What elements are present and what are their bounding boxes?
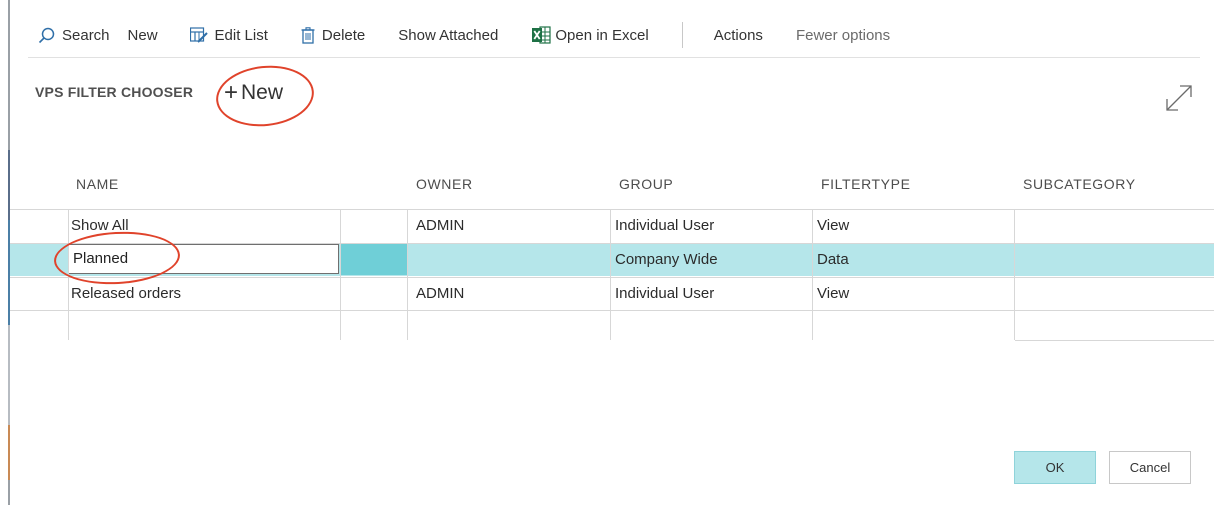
new-button[interactable]: New xyxy=(128,22,158,48)
left-accent-strip xyxy=(0,0,10,505)
grid-line xyxy=(407,209,408,340)
cell-name[interactable]: Released orders xyxy=(71,277,181,310)
column-header-owner[interactable]: OWNER xyxy=(416,176,473,192)
fewer-options-label: Fewer options xyxy=(795,26,891,44)
grid-line xyxy=(1014,209,1015,340)
grid-line xyxy=(610,209,611,340)
actions-menu[interactable]: Actions xyxy=(714,22,763,48)
toolbar-divider-line xyxy=(28,57,1200,58)
table-row[interactable]: Released orders ADMIN Individual User Vi… xyxy=(10,277,1214,310)
table-row[interactable]: Show All ADMIN Individual User View xyxy=(10,209,1214,242)
column-header-group[interactable]: GROUP xyxy=(619,176,673,192)
cell-filtertype[interactable]: Data xyxy=(817,243,849,276)
grid-line xyxy=(10,243,1214,244)
delete-button[interactable]: Delete xyxy=(301,22,365,48)
grid-line xyxy=(68,209,69,340)
new-filter-button[interactable]: + New xyxy=(224,78,283,108)
cell-owner[interactable]: ADMIN xyxy=(416,209,464,242)
toolbar-divider xyxy=(681,22,683,48)
grid-line xyxy=(1015,340,1214,341)
grid-line xyxy=(340,209,341,340)
cell-owner[interactable]: ADMIN xyxy=(416,277,464,310)
delete-label: Delete xyxy=(321,26,366,44)
cell-group[interactable]: Individual User xyxy=(615,209,714,242)
search-icon xyxy=(38,27,55,44)
column-header-name[interactable]: NAME xyxy=(76,176,119,192)
strip-segment xyxy=(8,0,10,150)
new-label: New xyxy=(127,26,158,44)
actions-label: Actions xyxy=(713,26,763,44)
strip-segment xyxy=(8,480,10,505)
search-label: Search xyxy=(62,26,110,44)
column-header-filtertype[interactable]: FILTERTYPE xyxy=(821,176,911,192)
edit-list-icon xyxy=(189,27,208,43)
show-attached-label: Show Attached xyxy=(398,26,499,44)
open-in-excel-label: Open in Excel xyxy=(555,26,649,44)
edit-list-label: Edit List xyxy=(214,26,268,44)
grid-line xyxy=(10,310,1214,311)
grid-line xyxy=(10,209,1214,210)
column-header-subcategory[interactable]: SUBCATEGORY xyxy=(1023,176,1136,192)
open-in-excel-button[interactable]: Open in Excel xyxy=(532,22,649,48)
cell-group[interactable]: Company Wide xyxy=(615,243,718,276)
new-filter-label: New xyxy=(241,81,284,104)
cell-name[interactable]: Show All xyxy=(71,209,129,242)
edit-list-button[interactable]: Edit List xyxy=(189,22,268,48)
grid-line xyxy=(10,277,1214,278)
row-selection-marker xyxy=(341,244,407,275)
name-edit-field[interactable]: Planned xyxy=(68,244,339,274)
cell-filtertype[interactable]: View xyxy=(817,209,849,242)
cell-group[interactable]: Individual User xyxy=(615,277,714,310)
search-button[interactable]: Search xyxy=(38,22,110,48)
cancel-button[interactable]: Cancel xyxy=(1109,451,1191,484)
fewer-options-button[interactable]: Fewer options xyxy=(796,22,890,48)
strip-segment xyxy=(8,425,10,480)
trash-icon xyxy=(301,26,315,44)
action-toolbar: Search New Edit List Delete Show Attache… xyxy=(38,22,890,48)
page-title: VPS FILTER CHOOSER xyxy=(35,84,194,100)
expand-icon[interactable] xyxy=(1163,82,1195,114)
excel-icon xyxy=(532,26,551,44)
show-attached-button[interactable]: Show Attached xyxy=(398,22,498,48)
ok-button[interactable]: OK xyxy=(1014,451,1096,484)
plus-icon: + xyxy=(224,79,239,106)
grid-line xyxy=(812,209,813,340)
cell-filtertype[interactable]: View xyxy=(817,277,849,310)
